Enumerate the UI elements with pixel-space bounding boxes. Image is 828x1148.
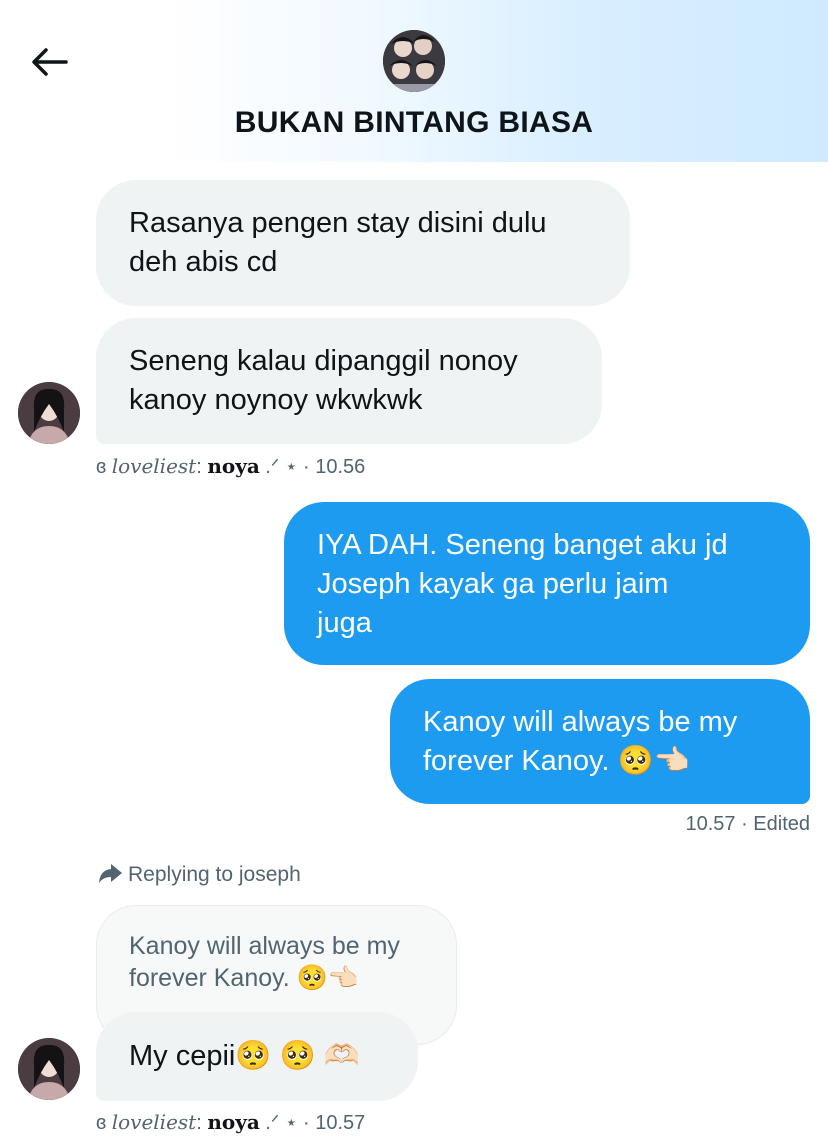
meta-name-italic: loveliest <box>111 1110 197 1134</box>
outgoing-meta: 10.57 · Edited <box>685 813 810 836</box>
back-button[interactable] <box>26 40 72 86</box>
avatar-photo <box>18 1038 80 1100</box>
sender-avatar[interactable] <box>18 382 80 444</box>
group-avatar[interactable] <box>383 30 445 92</box>
arrow-left-icon <box>32 48 68 76</box>
outgoing-message[interactable]: Kanoy will always be my forever Kanoy. 🥺… <box>390 679 810 804</box>
sender-avatar[interactable] <box>18 1038 80 1100</box>
conversation-title: BUKAN BINTANG BIASA <box>234 106 594 139</box>
incoming-message[interactable]: Seneng kalau dipanggil nonoy kanoy noyno… <box>96 318 602 444</box>
outgoing-time: 10.57 · Edited <box>685 813 810 835</box>
incoming-message[interactable]: Rasanya pengen stay disini dulu deh abis… <box>96 180 630 306</box>
avatar-photo <box>18 382 80 444</box>
group-photo <box>383 30 445 92</box>
meta-name-italic: loveliest <box>111 454 197 478</box>
message-meta: ɞ loveliest: noya .ᐟ ⋆ · 10.57 <box>96 1110 365 1135</box>
conversation-header: BUKAN BINTANG BIASA <box>0 0 828 162</box>
reply-label-text: Replying to joseph <box>128 863 301 886</box>
meta-name-bold: noya <box>207 454 260 478</box>
meta-prefix: ɞ <box>96 1112 112 1134</box>
message-meta: ɞ loveliest: noya .ᐟ ⋆ · 10.56 <box>96 454 365 479</box>
meta-time: .ᐟ ⋆ · 10.56 <box>259 456 366 478</box>
meta-colon: : <box>196 456 208 478</box>
incoming-message[interactable]: My cepii🥺 🥺 🫶🏻 <box>96 1012 418 1101</box>
meta-colon: : <box>196 1112 208 1134</box>
replying-to: Replying to joseph <box>98 862 301 887</box>
outgoing-message[interactable]: IYA DAH. Seneng banget aku jd Joseph kay… <box>284 502 810 665</box>
meta-time: .ᐟ ⋆ · 10.57 <box>259 1112 366 1134</box>
meta-name-bold: noya <box>207 1110 260 1134</box>
reply-arrow-icon <box>99 864 122 883</box>
meta-prefix: ɞ <box>96 456 112 478</box>
